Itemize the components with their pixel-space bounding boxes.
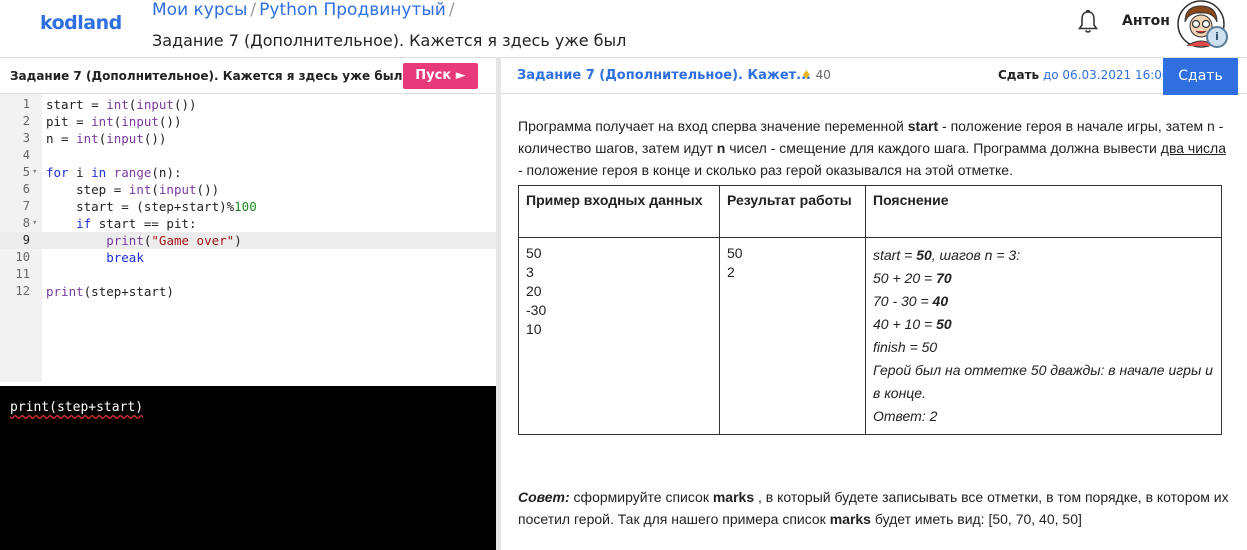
line-number: 4 xyxy=(22,148,30,162)
code-line[interactable]: 10 break xyxy=(0,249,496,266)
line-number: 12 xyxy=(15,284,30,298)
line-number: 3 xyxy=(22,131,30,145)
line-number: 8 xyxy=(22,216,30,230)
code-line[interactable]: 4 xyxy=(0,147,496,164)
top-bar: kodland Мои курсы / Python Продвинутый / За… xyxy=(0,0,1247,57)
task-header: Задание 7 (Дополнительное). Кажет... ♦ 4… xyxy=(501,57,1247,95)
line-number: 6 xyxy=(22,182,30,196)
logo[interactable]: kodland xyxy=(40,12,122,34)
example-table: Пример входных данных Результат работы П… xyxy=(518,185,1222,435)
table-header: Результат работы xyxy=(719,185,866,238)
code-text: if start == pit: xyxy=(76,216,197,231)
example-output: 50 2 xyxy=(719,237,866,435)
table-row: 50 3 20 -30 10 50 2 start = 50, шагов n … xyxy=(518,237,1222,435)
deadline: Сдать до 06.03.2021 16:00 xyxy=(998,68,1170,82)
line-number: 5 xyxy=(22,165,30,179)
fold-arrow-icon[interactable]: ▾ xyxy=(32,215,37,232)
breadcrumb-separator: / xyxy=(448,0,455,20)
line-number: 7 xyxy=(22,199,30,213)
code-line[interactable]: 5 ▾ for i in range(n): xyxy=(0,164,496,181)
code-text: print(step+start) xyxy=(46,284,174,299)
breadcrumb-my-courses[interactable]: Мои курсы xyxy=(152,0,247,20)
run-button[interactable]: Пуск ► xyxy=(403,63,478,89)
code-line[interactable]: 7 start = (step+start)%100 xyxy=(0,198,496,215)
editor-header: Задание 7 (Дополнительное). Кажется я зд… xyxy=(0,57,496,94)
code-text: step = int(input()) xyxy=(46,182,220,197)
task-points: ♦ 40 xyxy=(801,68,831,82)
code-line[interactable]: 8 ▾ if start == pit: xyxy=(0,215,496,232)
line-number: 10 xyxy=(15,250,30,264)
breadcrumb-course[interactable]: Python Продвинутый xyxy=(259,0,446,20)
code-editor[interactable]: 1 start = int(input()) 2 pit = int(input())… xyxy=(0,94,496,382)
task-title[interactable]: Задание 7 (Дополнительное). Кажет... xyxy=(517,68,811,83)
code-text: n = int(input()) xyxy=(46,131,167,146)
code-line[interactable]: 9 print("Game over") xyxy=(0,232,496,249)
code-text: break xyxy=(106,250,144,265)
code-text: for i in range(n): xyxy=(46,165,182,180)
breadcrumb: Мои курсы / Python Продвинутый / xyxy=(152,0,458,20)
code-line[interactable]: 3 n = int(input()) xyxy=(0,130,496,147)
code-line[interactable]: 6 step = int(input()) xyxy=(0,181,496,198)
console-text: print(step+start) xyxy=(10,400,144,415)
code-line[interactable]: 12 print(step+start) xyxy=(0,283,496,300)
code-line[interactable]: 2 pit = int(input()) xyxy=(0,113,496,130)
panel-splitter[interactable] xyxy=(496,57,501,550)
bell-icon[interactable] xyxy=(1076,9,1100,35)
line-number: 1 xyxy=(22,97,30,111)
fold-arrow-icon[interactable]: ▾ xyxy=(32,164,37,181)
editor-task-title: Задание 7 (Дополнительное). Кажется я зд… xyxy=(10,69,403,83)
code-text: start = int(input()) xyxy=(46,97,197,112)
code-text: pit = int(input()) xyxy=(46,114,182,129)
code-text: print("Game over") xyxy=(106,233,242,248)
info-icon[interactable]: i xyxy=(1206,26,1228,48)
line-number: 9 xyxy=(22,233,30,247)
example-input: 50 3 20 -30 10 xyxy=(518,237,720,435)
line-number: 2 xyxy=(22,114,30,128)
console-output[interactable]: print(step+start) xyxy=(0,386,496,550)
user-name[interactable]: Антон xyxy=(1122,13,1170,29)
code-text: start = (step+start)%100 xyxy=(46,199,257,214)
code-line[interactable]: 11 xyxy=(0,266,496,283)
task-content: Программа получает на вход сперва значен… xyxy=(518,115,1230,527)
breadcrumb-separator: / xyxy=(250,0,257,20)
table-header: Пример входных данных xyxy=(518,185,720,238)
table-header: Пояснение xyxy=(865,185,1222,238)
submit-button[interactable]: Сдать xyxy=(1163,58,1238,95)
tip-text: Совет: сформируйте список marks , в кото… xyxy=(518,489,1229,527)
line-number: 11 xyxy=(15,267,30,281)
page-title: Задание 7 (Дополнительное). Кажется я зд… xyxy=(152,31,627,50)
diamond-icon: ♦ xyxy=(801,68,812,82)
code-line[interactable]: 1 start = int(input()) xyxy=(0,96,496,113)
task-description: Программа получает на вход сперва значен… xyxy=(518,118,1226,178)
example-explanation: start = 50, шагов n = 3: 50 + 20 = 70 70… xyxy=(865,237,1222,435)
